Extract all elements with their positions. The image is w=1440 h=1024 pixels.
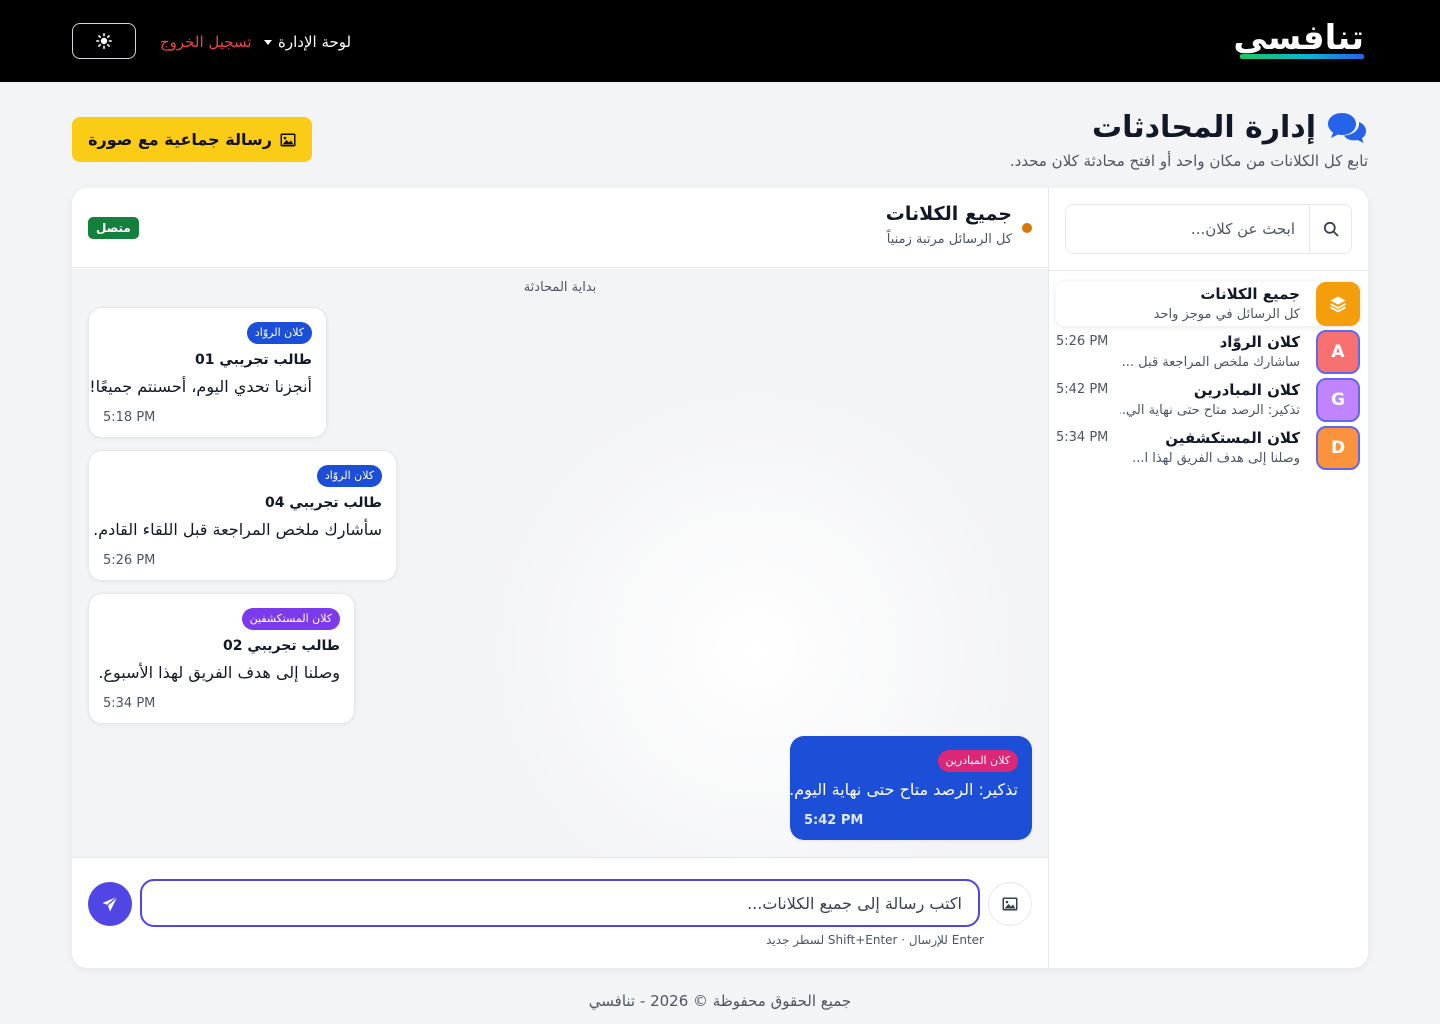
status-badge: متصل xyxy=(88,217,139,239)
layers-icon xyxy=(1330,296,1346,313)
message-sender: طالب تجريبي 04 xyxy=(265,495,382,511)
conversation-start-label: بداية المحادثة xyxy=(523,280,597,295)
clan-tag: كلان الروّاد xyxy=(246,322,312,344)
clan-sidebar: جميع الكلانات كل الرسائل في موجز واحد A … xyxy=(1048,188,1368,968)
avatar: G xyxy=(1316,378,1360,422)
message-time: 5:26 PM xyxy=(103,553,156,568)
sun-icon xyxy=(96,33,112,49)
message-sender: طالب تجريبي 02 xyxy=(223,638,340,654)
logo-underline xyxy=(1240,54,1364,59)
page-title: إدارة المحادثات xyxy=(1092,106,1368,150)
message-time: 5:42 PM xyxy=(804,813,864,828)
message-text: تذكير: الرصد متاح حتى نهاية اليوم. xyxy=(789,780,1018,799)
avatar xyxy=(1316,282,1360,326)
avatar: A xyxy=(1316,330,1360,374)
keyboard-hint: Enter للإرسال · Shift+Enter لسطر جديد xyxy=(766,933,984,947)
message-input[interactable] xyxy=(140,879,980,927)
message-bubble: كلان الروّاد طالب تجريبي 01 أنجزنا تحدي … xyxy=(88,307,327,438)
clan-time: 5:42 PM xyxy=(1056,382,1109,397)
admin-dropdown-label: لوحة الإدارة xyxy=(278,33,352,51)
clan-name: كلان المستكشفين xyxy=(1165,429,1300,447)
clan-preview: تذكير: الرصد متاح حتى نهاية الي... xyxy=(1120,403,1300,418)
clan-name: كلان المبادرين xyxy=(1193,381,1300,399)
clan-preview: سأشارك ملخص المراجعة قبل ... xyxy=(1121,355,1300,370)
sidebar-item-initiators[interactable]: G كلان المبادرين تذكير: الرصد متاح حتى ن… xyxy=(1056,378,1360,422)
message-time: 5:34 PM xyxy=(103,696,156,711)
image-icon xyxy=(280,133,296,146)
sidebar-divider xyxy=(1048,270,1368,271)
message-sender: طالب تجريبي 01 xyxy=(195,352,312,368)
message-composer: Enter للإرسال · Shift+Enter لسطر جديد xyxy=(72,857,1048,968)
message-list[interactable]: بداية المحادثة كلان الروّاد طالب تجريبي … xyxy=(72,269,1048,857)
clan-search-input[interactable] xyxy=(1066,206,1309,252)
clan-tag: كلان الروّاد xyxy=(316,465,382,487)
search-box xyxy=(1065,204,1352,254)
message-text: سأشارك ملخص المراجعة قبل اللقاء القادم. xyxy=(93,520,382,539)
search-button[interactable] xyxy=(1309,205,1351,253)
message-text: أنجزنا تحدي اليوم، أحسنتم جميعًا! xyxy=(89,377,312,396)
message-time: 5:18 PM xyxy=(103,410,156,425)
message-text: وصلنا إلى هدف الفريق لهذا الأسبوع. xyxy=(98,663,340,682)
admin-dropdown[interactable]: لوحة الإدارة xyxy=(264,30,351,54)
message-bubble: كلان المستكشفين طالب تجريبي 02 وصلنا إلى… xyxy=(88,593,355,724)
page-heading: إدارة المحادثات xyxy=(1091,110,1316,145)
avatar: D xyxy=(1316,426,1360,470)
clan-time: 5:34 PM xyxy=(1056,430,1109,445)
broadcast-button-label: رسالة جماعية مع صورة xyxy=(88,130,272,149)
top-navbar: تنافسي لوحة الإدارة تسجيل الخروج xyxy=(0,0,1440,82)
clan-preview: كل الرسائل في موجز واحد xyxy=(1153,307,1300,322)
caret-down-icon xyxy=(264,39,272,45)
clan-tag: كلان المبادرين xyxy=(937,750,1018,772)
chat-card: جميع الكلانات كل الرسائل في موجز واحد A … xyxy=(72,188,1368,968)
page-subtitle: تابع كل الكلانات من مكان واحد أو افتح مح… xyxy=(1009,152,1368,170)
footer-copyright: جميع الحقوق محفوظة © 2026 - تنافسي xyxy=(588,992,852,1010)
chat-bubbles-icon xyxy=(1328,113,1366,143)
send-button[interactable] xyxy=(88,882,132,926)
clan-time: 5:26 PM xyxy=(1056,334,1109,349)
message-bubble: كلان الروّاد طالب تجريبي 04 سأشارك ملخص … xyxy=(88,450,397,581)
search-icon xyxy=(1323,221,1338,237)
own-message-bubble: كلان المبادرين تذكير: الرصد متاح حتى نها… xyxy=(789,736,1032,840)
chat-panel: جميع الكلانات كل الرسائل مرتبة زمنياً مت… xyxy=(72,188,1048,968)
clan-tag: كلان المستكشفين xyxy=(241,608,340,630)
sidebar-item-explorers[interactable]: D كلان المستكشفين وصلنا إلى هدف الفريق ل… xyxy=(1056,426,1360,470)
clan-preview: وصلنا إلى هدف الفريق لهذا ا... xyxy=(1132,451,1300,466)
theme-toggle-button[interactable] xyxy=(72,23,136,59)
chat-subtitle: كل الرسائل مرتبة زمنياً xyxy=(886,232,1012,247)
image-icon xyxy=(1002,897,1018,911)
status-dot xyxy=(1022,223,1032,233)
clan-name: كلان الروّاد xyxy=(1219,333,1300,351)
chat-title: جميع الكلانات xyxy=(885,203,1012,225)
attach-image-button[interactable] xyxy=(988,882,1032,926)
sidebar-item-all-clans[interactable]: جميع الكلانات كل الرسائل في موجز واحد xyxy=(1056,282,1360,326)
sidebar-item-pioneers[interactable]: A كلان الروّاد سأشارك ملخص المراجعة قبل … xyxy=(1056,330,1360,374)
broadcast-image-button[interactable]: رسالة جماعية مع صورة xyxy=(72,117,312,162)
paper-plane-icon xyxy=(102,896,118,912)
clan-name: جميع الكلانات xyxy=(1200,285,1300,303)
chat-header: جميع الكلانات كل الرسائل مرتبة زمنياً مت… xyxy=(72,188,1048,268)
logout-link[interactable]: تسجيل الخروج xyxy=(160,30,252,54)
